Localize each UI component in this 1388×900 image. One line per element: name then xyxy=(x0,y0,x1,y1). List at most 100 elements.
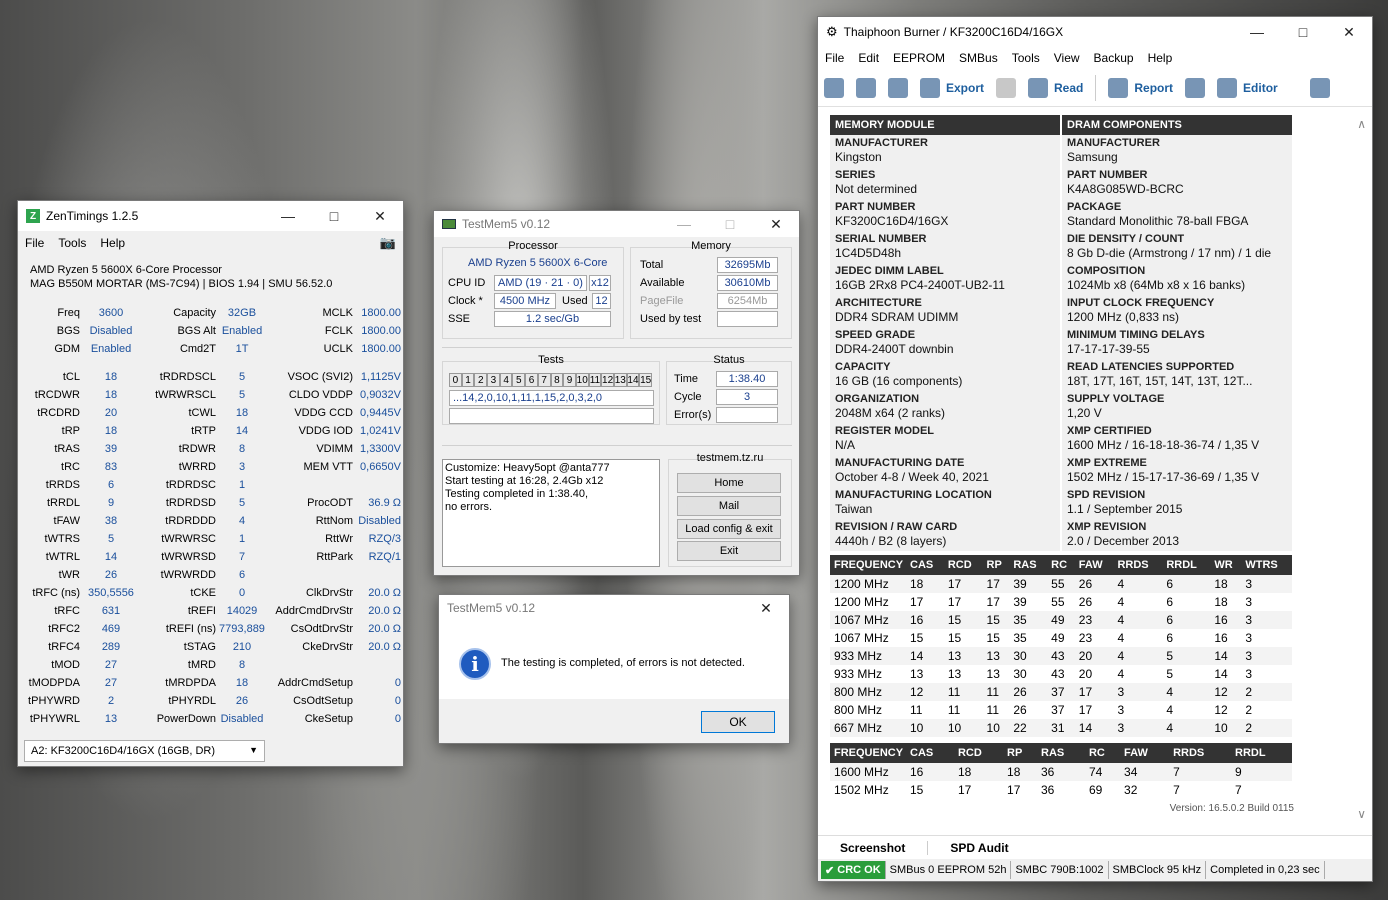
menu-help[interactable]: Help xyxy=(93,236,132,250)
calc-button[interactable] xyxy=(1309,77,1330,98)
available-field: 30610Mb xyxy=(717,275,778,291)
report-button[interactable]: Report xyxy=(1108,77,1173,98)
close-icon[interactable]: ✕ xyxy=(1326,17,1372,47)
minimize-icon[interactable]: — xyxy=(661,209,707,239)
timing-label: tCL xyxy=(62,371,80,383)
table-header: FREQUENCY CAS RCD RP RAS RC FAW RRDS RRDL WR WTRS xyxy=(830,555,1292,575)
scroll-up-icon[interactable]: ∧ xyxy=(1357,117,1366,131)
spd-cell: XMP REVISION 2.0 / December 2013 xyxy=(1062,519,1292,551)
testmem-titlebar[interactable]: TestMem5 v0.12 — □ ✕ xyxy=(434,211,799,237)
tools-button[interactable] xyxy=(1185,77,1206,98)
timing-label: ProcODT xyxy=(307,497,353,509)
timing-value: 4 xyxy=(238,515,246,527)
tab-screenshot[interactable]: Screenshot xyxy=(818,841,927,855)
maximize-icon[interactable]: □ xyxy=(311,201,357,231)
timing-row: tMOD 27 tMRD 8 xyxy=(26,656,401,674)
table-cell: 10 xyxy=(1210,719,1242,737)
dimm-select[interactable]: A2: KF3200C16D4/16GX (16GB, DR) ▼ xyxy=(24,740,265,762)
zentimings-logo-icon: Z xyxy=(26,209,40,223)
column-header: CAS xyxy=(906,743,954,763)
thaiphoon-titlebar[interactable]: ⚙ Thaiphoon Burner / KF3200C16D4/16GX — … xyxy=(818,17,1372,47)
tab-spd-audit[interactable]: SPD Audit xyxy=(927,840,1030,855)
timing-value: 6 xyxy=(238,569,246,581)
minimize-icon[interactable]: — xyxy=(265,201,311,231)
table-cell: 17 xyxy=(1078,703,1093,717)
spd-key: REVISION / RAW CARD xyxy=(835,521,958,533)
tests-group-title: Tests xyxy=(538,354,564,366)
version-label: Version: 16.5.0.2 Build 0115 xyxy=(1169,803,1294,814)
timing-label: tRFC (ns) xyxy=(32,587,80,599)
log-box[interactable]: Customize: Heavy5opt @anta777 Start test… xyxy=(442,459,660,567)
timing-label: tRCDWR xyxy=(34,389,80,401)
clock-field: 4500 MHz xyxy=(494,293,556,309)
table-cell: 11 xyxy=(947,703,961,717)
timing-label: tRTP xyxy=(191,425,216,437)
info-icon: i xyxy=(459,648,491,680)
menu-smbus[interactable]: SMBus xyxy=(952,51,1005,65)
table-cell: 17 xyxy=(1007,783,1021,797)
menu-file[interactable]: File xyxy=(18,236,51,250)
thaiphoon-title: Thaiphoon Burner / KF3200C16D4/16GX xyxy=(843,25,1064,39)
ok-button[interactable]: OK xyxy=(701,711,775,733)
close-icon[interactable]: ✕ xyxy=(743,593,789,623)
timing-value: 1800.00 xyxy=(361,325,401,337)
timing-label: tWRWRSD xyxy=(161,551,216,563)
zentimings-titlebar[interactable]: Z ZenTimings 1.2.5 — □ ✕ xyxy=(18,201,403,231)
menu-file[interactable]: File xyxy=(818,51,851,65)
table-cell: 10 xyxy=(906,719,944,737)
table-cell: 11 xyxy=(986,703,999,717)
menu-help[interactable]: Help xyxy=(1141,51,1180,65)
table-cell: 3 xyxy=(1241,647,1292,665)
editor-button[interactable]: Editor xyxy=(1217,77,1278,98)
scroll-down-icon[interactable]: ∨ xyxy=(1357,807,1366,821)
timing-label: tWRRD xyxy=(178,461,216,473)
load-config-exit-button[interactable]: Load config & exit xyxy=(677,519,781,539)
table-cell: 30 xyxy=(1013,667,1027,681)
open-button[interactable] xyxy=(856,77,876,98)
spd-row: SPEED GRADE DDR4-2400T downbin MINIMUM TIM… xyxy=(830,327,1294,359)
home-button[interactable]: Home xyxy=(677,473,781,493)
spd-value: Kingston xyxy=(835,150,882,164)
lock-button[interactable] xyxy=(996,77,1017,98)
table-cell: 17 xyxy=(910,595,924,609)
minimize-icon[interactable]: — xyxy=(1234,17,1280,47)
menu-edit[interactable]: Edit xyxy=(851,51,886,65)
timing-value: 20.0 Ω xyxy=(368,605,401,617)
close-icon[interactable]: ✕ xyxy=(357,201,403,231)
test-id-cell: 13 xyxy=(613,373,627,387)
table-cell: 14 xyxy=(906,647,944,665)
menu-tools[interactable]: Tools xyxy=(51,236,93,250)
settings-button[interactable] xyxy=(824,77,844,98)
timing-value: 27 xyxy=(104,677,118,689)
table-cell: 49 xyxy=(1051,631,1065,645)
maximize-icon[interactable]: □ xyxy=(1280,17,1326,47)
save-button[interactable] xyxy=(888,77,908,98)
timing-value: 0 xyxy=(238,587,246,599)
menu-tools[interactable]: Tools xyxy=(1005,51,1047,65)
table-cell: 1200 MHz xyxy=(830,575,906,593)
mail-button[interactable]: Mail xyxy=(677,496,781,516)
test-id-cell: 6 xyxy=(525,373,538,387)
exit-button[interactable]: Exit xyxy=(677,541,781,561)
timing-value: 27 xyxy=(104,659,118,671)
total-label: Total xyxy=(640,259,664,271)
table-cell: 35 xyxy=(1009,611,1048,629)
camera-icon[interactable]: 📷 xyxy=(373,235,403,251)
menu-view[interactable]: View xyxy=(1047,51,1087,65)
pagefile-label: PageFile xyxy=(640,295,684,307)
maximize-icon[interactable]: □ xyxy=(707,209,753,239)
close-icon[interactable]: ✕ xyxy=(753,209,799,239)
export-button[interactable]: Export xyxy=(920,77,984,98)
table-cell: 18 xyxy=(1003,763,1037,781)
menu-eeprom[interactable]: EEPROM xyxy=(886,51,952,65)
column-header: RC xyxy=(1084,743,1121,763)
spd-value: 8 Gb D-die (Armstrong / 17 nm) / 1 die xyxy=(1067,246,1272,260)
read-button[interactable]: Read xyxy=(1028,77,1083,98)
spd-cell: PART NUMBER K4A8G085WD-BCRC xyxy=(1062,167,1292,199)
table-cell: 35 xyxy=(1013,631,1027,645)
spd-row: REGISTER MODEL N/A XMP CERTIFIED 1600 MHz /… xyxy=(830,423,1294,455)
menu-backup[interactable]: Backup xyxy=(1087,51,1141,65)
timings-grid: Freq 3600 Capacity 32GB MCLK 1800.00 BGS Disabl… xyxy=(26,304,401,728)
timing-row: tMODPDA 27 tMRDPDA 18 AddrCmdSetup 0 xyxy=(26,674,401,692)
dialog-titlebar[interactable]: TestMem5 v0.12 ✕ xyxy=(439,595,789,621)
